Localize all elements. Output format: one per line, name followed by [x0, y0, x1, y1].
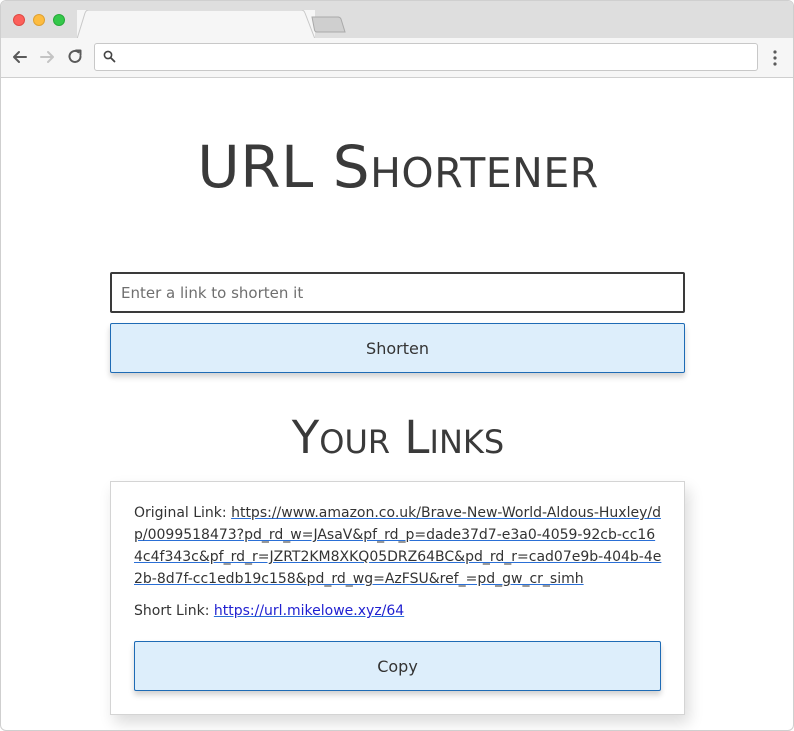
browser-toolbar	[1, 38, 793, 78]
maximize-window-button[interactable]	[53, 14, 65, 26]
browser-window: URL Shortener Shorten Your Links Origina…	[0, 0, 794, 731]
address-input[interactable]	[121, 46, 745, 68]
link-card: Original Link: https://www.amazon.co.uk/…	[110, 481, 685, 715]
forward-arrow-icon[interactable]	[37, 47, 57, 67]
close-window-button[interactable]	[13, 14, 25, 26]
browser-titlebar	[1, 1, 793, 39]
search-icon	[103, 50, 116, 63]
reload-icon[interactable]	[65, 47, 85, 67]
back-arrow-icon[interactable]	[10, 47, 30, 67]
minimize-window-button[interactable]	[33, 14, 45, 26]
your-links-heading: Your Links	[291, 411, 505, 464]
copy-button[interactable]: Copy	[134, 641, 661, 691]
more-menu-icon[interactable]	[769, 48, 781, 68]
short-link-url[interactable]: https://url.mikelowe.xyz/64	[214, 603, 404, 619]
short-link-label: Short Link:	[134, 603, 210, 619]
short-link-row: Short Link: https://url.mikelowe.xyz/64	[134, 600, 664, 622]
original-link-row: Original Link: https://www.amazon.co.uk/…	[134, 502, 664, 590]
new-tab-icon[interactable]	[311, 16, 347, 34]
url-input[interactable]	[110, 272, 685, 313]
shorten-button[interactable]: Shorten	[110, 323, 685, 373]
original-link-label: Original Link:	[134, 505, 227, 521]
address-bar[interactable]	[94, 43, 758, 71]
browser-tab-active[interactable]	[77, 10, 315, 39]
page-title: URL Shortener	[197, 133, 599, 201]
